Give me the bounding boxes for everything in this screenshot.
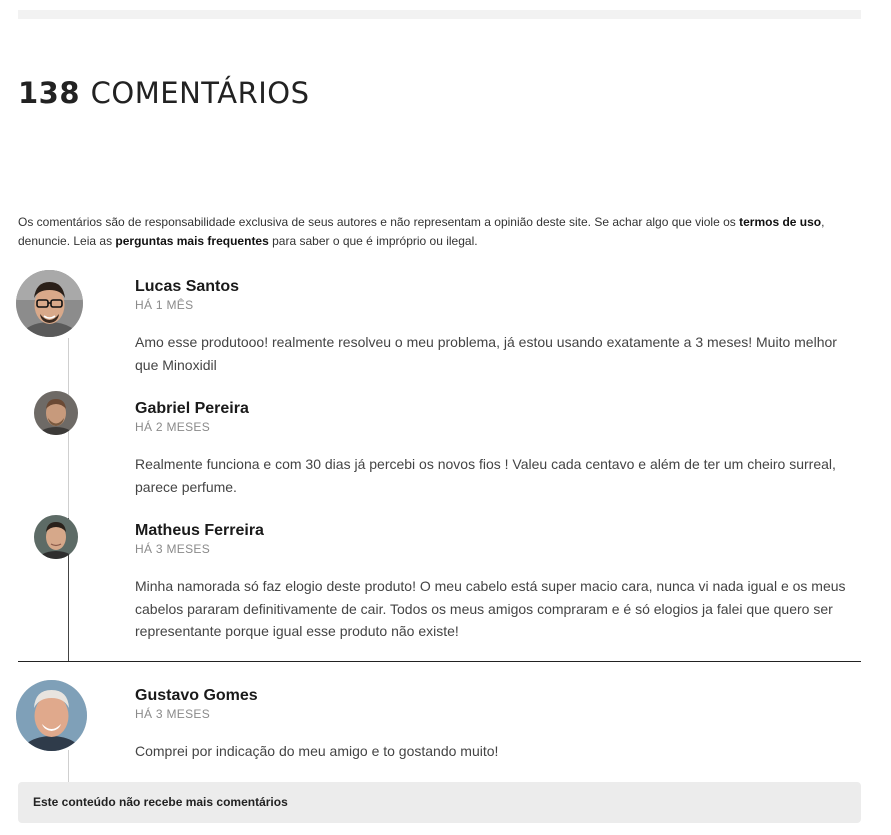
comment-author: Matheus Ferreira: [135, 522, 264, 539]
comment-time: HÁ 3 MESES: [135, 707, 211, 721]
comments-title: COMENTÁRIOS: [90, 76, 310, 110]
avatar-gustavo-icon[interactable]: [16, 680, 87, 751]
top-bar: [18, 10, 861, 19]
avatar-lucas-icon[interactable]: [16, 270, 83, 337]
disclaimer-text-3: para saber o que é impróprio ou ilegal.: [268, 234, 478, 248]
comment-time: HÁ 2 MESES: [135, 420, 211, 434]
comments-count: 138: [18, 76, 81, 110]
disclaimer-text-1: Os comentários são de responsabilidade e…: [18, 215, 740, 229]
comment-text: Realmente funciona e com 30 dias já perc…: [135, 456, 836, 495]
comment-author: Lucas Santos: [135, 278, 240, 295]
comment-text: Minha namorada só faz elogio deste produ…: [135, 578, 846, 639]
comment-time: HÁ 3 MESES: [135, 542, 211, 556]
comment-author: Gabriel Pereira: [135, 400, 249, 417]
comments-closed-text: Este conteúdo não recebe mais comentário…: [33, 795, 288, 809]
comment-text: Comprei por indicação do meu amigo e to …: [135, 743, 499, 759]
comment-divider: [18, 661, 861, 662]
faq-link[interactable]: perguntas mais frequentes: [115, 234, 268, 248]
avatar-matheus-icon[interactable]: [34, 515, 78, 559]
avatar-gabriel-icon[interactable]: [34, 391, 78, 435]
thread-line-bottom: [68, 750, 69, 782]
comments-heading: 138 COMENTÁRIOS: [18, 76, 310, 110]
comment-time: HÁ 1 MÊS: [135, 298, 194, 312]
comments-disclaimer: Os comentários são de responsabilidade e…: [18, 213, 848, 251]
terms-of-use-link[interactable]: termos de uso: [739, 215, 821, 229]
comment-text: Amo esse produtooo! realmente resolveu o…: [135, 334, 837, 373]
comments-closed-notice: Este conteúdo não recebe mais comentário…: [18, 782, 861, 823]
comment-author: Gustavo Gomes: [135, 687, 258, 704]
